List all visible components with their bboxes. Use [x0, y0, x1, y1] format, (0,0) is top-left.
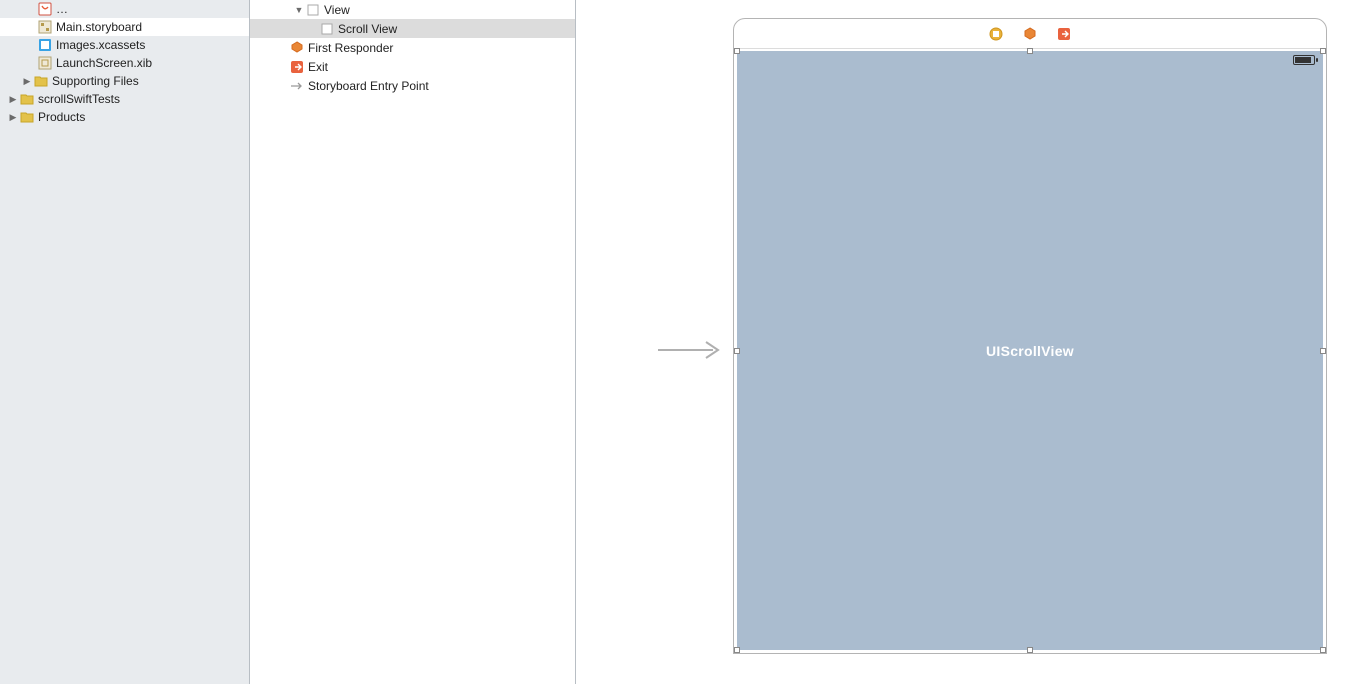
outline-row-scroll-view[interactable]: Scroll View — [250, 19, 575, 38]
outline-label: Storyboard Entry Point — [308, 79, 429, 93]
outline-label: Scroll View — [338, 22, 397, 36]
resize-handle[interactable] — [1320, 348, 1326, 354]
swift-file-icon — [38, 2, 52, 16]
storyboard-entry-arrow-icon[interactable] — [656, 338, 726, 362]
outline-row-view[interactable]: ▼ View — [250, 0, 575, 19]
file-row-images-xcassets[interactable]: Images.xcassets — [0, 36, 249, 54]
battery-icon — [1293, 55, 1315, 65]
disclosure-right-icon[interactable]: ▶ — [8, 112, 18, 122]
exit-icon — [290, 60, 304, 74]
outline-label: View — [324, 3, 350, 17]
file-row-truncated[interactable]: … — [0, 0, 249, 18]
xib-file-icon — [38, 56, 52, 70]
file-label: LaunchScreen.xib — [56, 56, 152, 70]
storyboard-file-icon — [38, 20, 52, 34]
document-outline: ▼ View Scroll View First Responder Exit … — [250, 0, 576, 684]
disclosure-down-icon[interactable]: ▼ — [294, 5, 304, 15]
resize-handle[interactable] — [1027, 48, 1033, 54]
file-row-main-storyboard[interactable]: Main.storyboard — [0, 18, 249, 36]
disclosure-right-icon[interactable]: ▶ — [22, 76, 32, 86]
view-rect-icon — [320, 22, 334, 36]
project-navigator: … Main.storyboard Images.xcassets Launch… — [0, 0, 250, 684]
folder-label: Products — [38, 110, 85, 124]
outline-row-entry-point[interactable]: Storyboard Entry Point — [250, 76, 575, 95]
disclosure-right-icon[interactable]: ▶ — [8, 94, 18, 104]
resize-handle[interactable] — [734, 48, 740, 54]
status-bar — [1293, 51, 1323, 69]
folder-icon — [34, 75, 48, 87]
scene-header — [734, 19, 1326, 49]
file-row-launchscreen-xib[interactable]: LaunchScreen.xib — [0, 54, 249, 72]
file-label: … — [56, 2, 68, 16]
outline-label: First Responder — [308, 41, 393, 55]
outline-row-exit[interactable]: Exit — [250, 57, 575, 76]
interface-builder-canvas[interactable]: UIScrollView — [576, 0, 1363, 684]
outline-row-first-responder[interactable]: First Responder — [250, 38, 575, 57]
uiscrollview-canvas-object[interactable]: UIScrollView — [737, 51, 1323, 650]
outline-label: Exit — [308, 60, 328, 74]
entry-arrow-icon — [290, 79, 304, 93]
resize-handle[interactable] — [1320, 48, 1326, 54]
folder-icon — [20, 93, 34, 105]
resize-handle[interactable] — [1320, 647, 1326, 653]
folder-label: scrollSwiftTests — [38, 92, 120, 106]
resize-handle[interactable] — [734, 348, 740, 354]
first-responder-icon — [290, 41, 304, 55]
scene-shield-icon[interactable] — [988, 26, 1004, 42]
folder-row-supporting-files[interactable]: ▶ Supporting Files — [0, 72, 249, 90]
scene-exit-icon[interactable] — [1056, 26, 1072, 42]
view-rect-icon — [306, 3, 320, 17]
scene-responder-icon[interactable] — [1022, 26, 1038, 42]
folder-row-scrollswifttests[interactable]: ▶ scrollSwiftTests — [0, 90, 249, 108]
file-label: Images.xcassets — [56, 38, 145, 52]
folder-icon — [20, 111, 34, 123]
file-label: Main.storyboard — [56, 20, 142, 34]
resize-handle[interactable] — [1027, 647, 1033, 653]
folder-row-products[interactable]: ▶ Products — [0, 108, 249, 126]
resize-handle[interactable] — [734, 647, 740, 653]
xcassets-file-icon — [38, 38, 52, 52]
uiscrollview-label: UIScrollView — [737, 343, 1323, 359]
folder-label: Supporting Files — [52, 74, 139, 88]
scene-view-controller[interactable]: UIScrollView — [733, 18, 1327, 654]
